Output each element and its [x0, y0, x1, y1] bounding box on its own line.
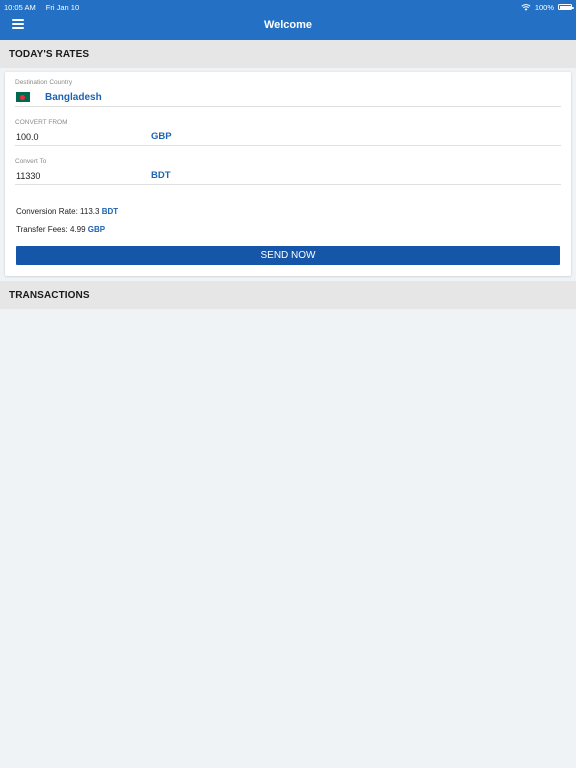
transfer-fees-label: Transfer Fees:: [16, 225, 70, 234]
convert-to-label: Convert To: [15, 158, 47, 165]
convert-to-amount-input[interactable]: 11330: [16, 171, 40, 181]
status-left: 10:05 AM Fri Jan 10: [4, 3, 87, 12]
bangladesh-flag-icon: [16, 92, 30, 102]
section-header-transactions: TRANSACTIONS: [0, 281, 576, 309]
conversion-rate-line: Conversion Rate: 113.3 BDT: [16, 207, 118, 216]
convert-to-field: Convert To 11330 BDT: [15, 156, 561, 185]
status-right: 100%: [521, 2, 574, 12]
section-header-todays-rates: TODAY'S RATES: [0, 40, 576, 68]
status-bar: 10:05 AM Fri Jan 10 100%: [4, 2, 574, 12]
battery-percentage: 100%: [534, 2, 554, 12]
convert-from-currency[interactable]: GBP: [151, 131, 172, 142]
page-title: Welcome: [263, 19, 313, 31]
battery-icon: [558, 4, 574, 10]
send-now-button[interactable]: SEND NOW: [16, 246, 560, 265]
transfer-fees-line: Transfer Fees: 4.99 GBP: [16, 225, 105, 234]
convert-to-currency[interactable]: BDT: [151, 170, 171, 181]
app-header: 10:05 AM Fri Jan 10 100% Welcome: [0, 0, 576, 40]
convert-from-field: CONVERT FROM 100.0 GBP: [15, 117, 561, 146]
transfer-fees-currency: GBP: [87, 225, 106, 234]
conversion-rate-currency: BDT: [101, 207, 119, 216]
rates-card: Destination Country Bangladesh CONVERT F…: [5, 72, 571, 276]
wifi-icon: [521, 3, 531, 11]
destination-country-value: Bangladesh: [45, 92, 102, 103]
conversion-rate-value: 113.3: [80, 207, 100, 216]
status-time: 10:05 AM: [4, 2, 36, 12]
transfer-fees-value: 4.99: [69, 225, 86, 234]
destination-country-label: Destination Country: [15, 79, 73, 86]
destination-country-field[interactable]: Destination Country Bangladesh: [15, 78, 561, 107]
convert-from-label: CONVERT FROM: [15, 119, 68, 126]
status-date: Fri Jan 10: [45, 2, 80, 12]
convert-from-amount-input[interactable]: 100.0: [16, 132, 39, 142]
conversion-rate-label: Conversion Rate:: [16, 207, 81, 216]
